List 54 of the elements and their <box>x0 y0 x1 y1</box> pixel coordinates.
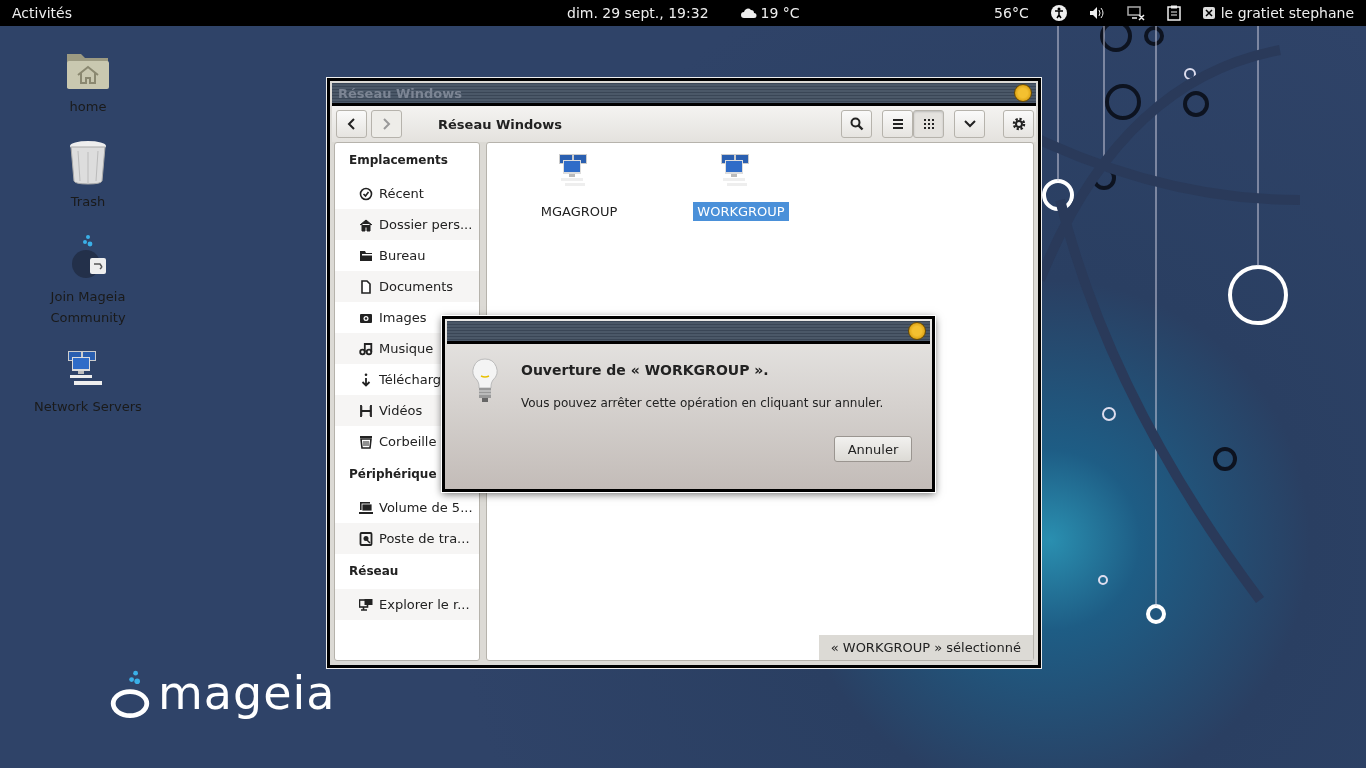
home-icon <box>359 217 373 232</box>
volume-icon[interactable] <box>1088 6 1105 20</box>
trash-icon <box>359 434 373 449</box>
chevron-right-icon <box>381 118 392 130</box>
sidebar-heading: Réseau <box>348 563 400 580</box>
grid-view-icon <box>922 118 935 130</box>
network-disconnected-icon[interactable] <box>1126 5 1145 21</box>
film-icon <box>359 403 373 418</box>
back-button[interactable] <box>336 110 367 138</box>
settings-icon <box>1010 116 1027 132</box>
dialog-heading: Ouverture de « WORKGROUP ». <box>521 362 770 378</box>
close-button[interactable] <box>1014 84 1032 102</box>
status-label: « WORKGROUP » sélectionné <box>818 635 1033 660</box>
user-menu[interactable]: le gratiet stephane <box>1220 5 1354 21</box>
cloud-icon <box>740 8 757 18</box>
wallpaper-logo: mageia <box>110 668 336 718</box>
chevron-down-icon <box>963 120 976 128</box>
download-icon <box>359 372 373 387</box>
sidebar-item[interactable]: Dossier pers... <box>335 209 479 240</box>
temperature-reading[interactable]: 56°C <box>994 5 1029 21</box>
close-button[interactable] <box>908 322 926 340</box>
accessibility-icon[interactable] <box>1050 5 1067 21</box>
dialog-message: Vous pouvez arrêter cette opération en cliquant sur annuler. <box>521 396 885 410</box>
list-view-icon <box>891 118 904 130</box>
chevron-left-icon <box>346 118 357 130</box>
cauldron-logo-icon <box>110 670 150 718</box>
folder-icon <box>359 248 373 263</box>
sidebar-item[interactable]: Documents <box>335 271 479 302</box>
cancel-button[interactable]: Annuler <box>834 436 912 462</box>
view-options-button[interactable] <box>954 110 985 138</box>
sidebar-heading: Périphérique <box>348 466 438 483</box>
search-button[interactable] <box>841 110 872 138</box>
settings-button[interactable] <box>1003 110 1034 138</box>
lightbulb-icon <box>471 358 499 404</box>
weather-reading[interactable]: 19 °C <box>760 5 800 21</box>
computer-icon <box>359 531 373 546</box>
sidebar-item[interactable]: Poste de tra... <box>335 523 479 554</box>
grid-view-button[interactable] <box>913 110 944 138</box>
document-icon <box>359 279 373 294</box>
status-icon <box>1202 7 1215 19</box>
music-note-icon <box>359 341 373 356</box>
list-view-button[interactable] <box>882 110 913 138</box>
trash-icon[interactable] <box>68 139 108 185</box>
activities-button[interactable]: Activités <box>12 5 472 21</box>
window-title: Réseau Windows <box>338 85 462 101</box>
network-icon <box>359 597 373 612</box>
clock[interactable]: dim. 29 sept., 19:32 <box>567 5 709 21</box>
sidebar-item[interactable]: Explorer le r... <box>335 589 479 620</box>
location-label: Réseau Windows <box>437 116 563 132</box>
clipboard-icon[interactable] <box>1166 5 1181 21</box>
search-icon <box>849 117 864 131</box>
workgroup-item[interactable]: MGAGROUP <box>536 202 622 221</box>
network-drive-icon <box>359 500 373 515</box>
sidebar-heading: Emplacements <box>348 152 449 169</box>
